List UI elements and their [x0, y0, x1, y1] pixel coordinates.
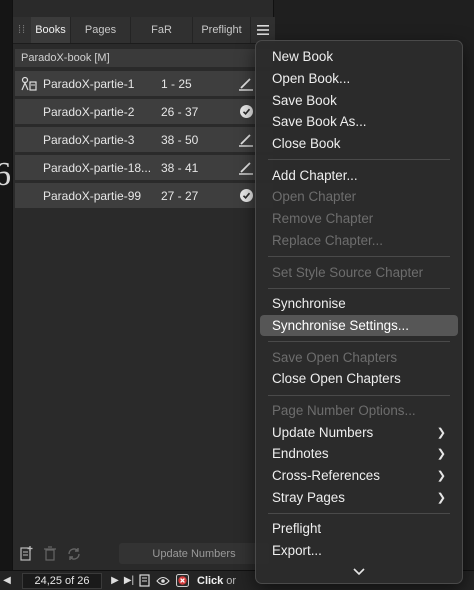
last-page-button[interactable]: ▶|	[122, 575, 136, 586]
status-hint-text: or	[226, 574, 237, 587]
panel-bottom-toolbar: Update Numbers	[13, 540, 275, 568]
update-numbers-button[interactable]: Update Numbers	[119, 543, 269, 564]
chapter-row[interactable]: ParadoX-partie-1 1 - 25	[15, 71, 273, 96]
menu-scroll-down[interactable]	[256, 563, 462, 581]
menu-item-add-chapter[interactable]: Add Chapter...	[260, 164, 458, 186]
chevron-right-icon: ❯	[436, 448, 446, 461]
chapter-row[interactable]: ParadoX-partie-18... 38 - 41	[15, 155, 273, 180]
chapter-name: ParadoX-partie-3	[43, 132, 135, 147]
menu-item-synchronise[interactable]: Synchronise	[260, 293, 458, 315]
preview-toggle-button[interactable]	[155, 573, 171, 589]
menu-item-save-open-chapters: Save Open Chapters	[272, 349, 398, 365]
check-circle-icon	[239, 105, 253, 118]
panel-grip-handle[interactable]: ⁞⁞	[13, 17, 31, 43]
menu-item-close-book[interactable]: Close Book	[260, 133, 458, 155]
chevron-right-icon: ❯	[436, 491, 446, 504]
page-number-field[interactable]: 24,25 of 26	[22, 572, 102, 589]
menu-item-page-number-options: Page Number Options...	[272, 402, 416, 418]
menu-separator	[268, 341, 450, 343]
next-page-button[interactable]: ▶	[108, 575, 122, 586]
chapter-row[interactable]: ParadoX-partie-3 38 - 50	[15, 127, 273, 152]
eye-icon	[156, 576, 170, 585]
pen-edit-icon	[239, 77, 253, 91]
chapter-page-range: 27 - 27	[161, 188, 199, 203]
add-document-icon	[20, 546, 33, 561]
menu-item-set-style-source: Set Style Source Chapter	[272, 264, 424, 280]
panel-tabbar: ⁞⁞ Books Pages FaR Preflight	[13, 17, 275, 44]
menu-separator	[268, 159, 450, 161]
document-canvas-edge: 6	[0, 0, 12, 570]
menu-item-close-open-chapters[interactable]: Close Open Chapters	[260, 368, 458, 390]
tab-books[interactable]: Books	[31, 17, 71, 43]
canvas-glyph: 6	[0, 156, 11, 193]
chapter-list: ParadoX-partie-1 1 - 25 ParadoX-partie-2…	[15, 71, 273, 211]
menu-item-cross-references[interactable]: Cross-References ❯	[260, 465, 458, 487]
chevron-right-icon: ❯	[436, 426, 446, 439]
chevron-right-icon: ❯	[436, 470, 446, 483]
menu-separator	[268, 287, 450, 289]
trash-icon	[44, 546, 56, 561]
menu-item-new-book[interactable]: New Book	[260, 46, 458, 68]
book-title-row[interactable]: ParadoX-book [M]	[15, 49, 273, 67]
page-view-button[interactable]	[136, 573, 152, 589]
menu-item-endnotes[interactable]: Endnotes ❯	[260, 443, 458, 465]
chevron-down-icon	[353, 568, 365, 576]
chapter-name: ParadoX-partie-99	[43, 188, 142, 203]
synchronise-button[interactable]	[63, 543, 85, 565]
menu-separator	[268, 394, 450, 396]
sync-icon	[68, 548, 80, 560]
document-icon	[138, 574, 150, 587]
menu-separator	[268, 513, 450, 515]
panel-menu-button[interactable]	[251, 25, 275, 35]
tab-preflight[interactable]: Preflight	[193, 17, 251, 43]
menu-item-open-book[interactable]: Open Book...	[260, 68, 458, 90]
menu-item-open-chapter: Open Chapter	[272, 189, 357, 205]
chapter-name: ParadoX-partie-2	[43, 104, 135, 119]
preflight-error-button[interactable]	[174, 573, 190, 589]
chapter-page-range: 1 - 25	[161, 76, 192, 91]
menu-item-update-numbers[interactable]: Update Numbers ❯	[260, 421, 458, 443]
chapter-name: ParadoX-partie-1	[43, 76, 135, 91]
remove-chapter-button[interactable]	[39, 543, 61, 565]
book-source-icon	[21, 76, 37, 91]
check-circle-icon	[239, 189, 253, 202]
tab-far[interactable]: FaR	[131, 17, 193, 43]
menu-item-replace-chapter: Replace Chapter...	[272, 232, 383, 248]
chapter-row[interactable]: ParadoX-partie-2 26 - 37	[15, 99, 273, 124]
chapter-row[interactable]: ParadoX-partie-99 27 - 27	[15, 183, 273, 208]
menu-item-save-book-as[interactable]: Save Book As...	[260, 111, 458, 133]
chapter-page-range: 26 - 37	[161, 104, 199, 119]
menu-separator	[268, 256, 450, 258]
pen-edit-icon	[239, 133, 253, 147]
pen-edit-icon	[239, 161, 253, 175]
books-panel-menu: New Book Open Book... Save Book Save Boo…	[255, 40, 463, 584]
menu-item-stray-pages[interactable]: Stray Pages ❯	[260, 486, 458, 508]
books-panel: ⁞⁞ Books Pages FaR Preflight ParadoX-boo…	[12, 0, 275, 570]
menu-item-save-book[interactable]: Save Book	[260, 89, 458, 111]
menu-item-export[interactable]: Export...	[260, 540, 458, 562]
tab-pages[interactable]: Pages	[71, 17, 131, 43]
error-badge-icon	[175, 574, 189, 587]
chapter-name: ParadoX-partie-18...	[43, 160, 152, 175]
chapter-page-range: 38 - 41	[161, 160, 199, 175]
hamburger-icon	[257, 25, 269, 35]
previous-page-button[interactable]: ◀	[0, 575, 14, 586]
add-chapter-button[interactable]	[15, 543, 37, 565]
menu-item-synchronise-settings[interactable]: Synchronise Settings...	[260, 314, 458, 337]
menu-item-remove-chapter: Remove Chapter	[272, 211, 374, 227]
chapter-page-range: 38 - 50	[161, 132, 199, 147]
menu-item-preflight[interactable]: Preflight	[260, 518, 458, 540]
status-hint-click: Click	[197, 574, 224, 587]
